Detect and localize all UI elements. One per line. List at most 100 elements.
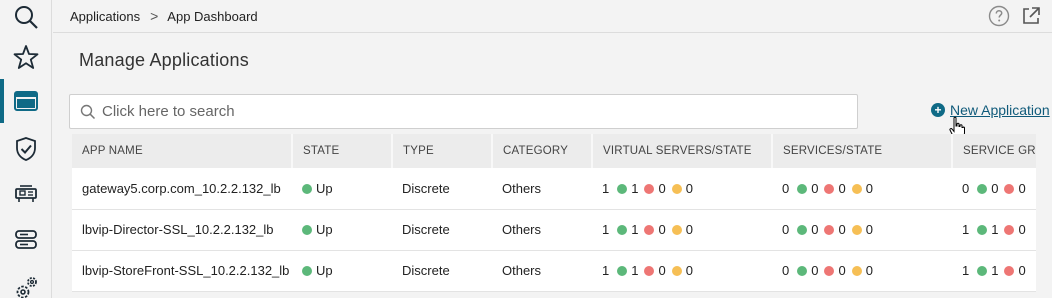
oos-dot-icon bbox=[671, 266, 682, 276]
oos-dot-icon bbox=[671, 183, 682, 194]
search-icon bbox=[80, 104, 96, 119]
vservers-oos: 0 bbox=[685, 222, 693, 237]
status-dot-icon bbox=[302, 225, 312, 235]
left-nav-rail bbox=[0, 0, 52, 298]
up-dot-icon bbox=[977, 183, 988, 194]
table-row[interactable]: lbvip-Director-SSL_10.2.2.132_lb Up Disc… bbox=[72, 209, 1036, 251]
status-dot-icon bbox=[302, 183, 312, 194]
rail-search[interactable] bbox=[0, 0, 52, 39]
rail-settings[interactable] bbox=[0, 266, 52, 298]
column-header-service-groups[interactable]: SERVICE GRO bbox=[952, 134, 1036, 168]
services-total: 0 bbox=[782, 222, 790, 237]
up-dot-icon bbox=[977, 266, 988, 276]
oos-dot-icon bbox=[671, 225, 682, 235]
down-dot-icon bbox=[1004, 225, 1015, 235]
down-dot-icon bbox=[824, 183, 835, 194]
search-icon bbox=[15, 6, 38, 29]
star-icon bbox=[13, 45, 39, 69]
column-header-virtual-servers[interactable]: VIRTUAL SERVERS/STATE bbox=[592, 134, 773, 168]
state-text: Up bbox=[316, 222, 333, 237]
vservers-cell: 1 1 0 0 bbox=[592, 209, 772, 251]
type-cell: Discrete bbox=[392, 250, 492, 292]
up-dot-icon bbox=[797, 266, 808, 276]
servicegroups-up: 0 bbox=[991, 180, 999, 196]
up-dot-icon bbox=[797, 225, 808, 235]
down-dot-icon bbox=[1004, 266, 1015, 276]
services-oos: 0 bbox=[865, 263, 873, 278]
column-header-services[interactable]: SERVICES/STATE bbox=[772, 134, 953, 168]
app-name-cell[interactable]: lbvip-StoreFront-SSL_10.2.2.132_lb bbox=[72, 250, 292, 292]
external-link-icon[interactable] bbox=[1020, 5, 1042, 27]
category-cell: Others bbox=[492, 168, 592, 210]
services-up: 0 bbox=[811, 222, 819, 237]
vservers-up: 1 bbox=[631, 180, 639, 196]
services-cell: 0 0 0 0 bbox=[772, 168, 952, 210]
down-dot-icon bbox=[644, 183, 655, 194]
servicegroups-total: 0 bbox=[962, 180, 970, 196]
vservers-total: 1 bbox=[602, 222, 610, 237]
settings-cogs-icon bbox=[16, 277, 37, 298]
servicegroups-cell: 0 0 0 bbox=[952, 168, 1036, 210]
services-cell: 0 0 0 0 bbox=[772, 250, 952, 292]
up-dot-icon bbox=[617, 225, 628, 235]
app-name-link[interactable]: gateway5.corp.com_10.2.2.132_lb bbox=[82, 181, 281, 196]
rail-applications[interactable] bbox=[0, 79, 52, 123]
column-header-state[interactable]: STATE bbox=[292, 134, 393, 168]
state-cell: Up bbox=[292, 209, 392, 251]
servicegroups-total: 1 bbox=[962, 222, 970, 237]
breadcrumb-current: App Dashboard bbox=[167, 8, 258, 24]
applications-table: APP NAME STATE TYPE CATEGORY VIRTUAL SER… bbox=[72, 134, 1036, 298]
rail-network[interactable] bbox=[0, 171, 52, 215]
breadcrumb-separator: > bbox=[150, 8, 159, 24]
state-cell: Up bbox=[292, 168, 392, 210]
servicegroups-cell: 1 1 0 bbox=[952, 250, 1036, 292]
rail-security[interactable] bbox=[0, 127, 52, 171]
up-dot-icon bbox=[617, 266, 628, 276]
down-dot-icon bbox=[644, 266, 655, 276]
services-total: 0 bbox=[782, 263, 790, 278]
rail-servers[interactable] bbox=[0, 218, 52, 262]
column-header-category[interactable]: CATEGORY bbox=[492, 134, 593, 168]
vservers-total: 1 bbox=[602, 263, 610, 278]
app-name-link[interactable]: lbvip-StoreFront-SSL_10.2.2.132_lb bbox=[82, 263, 289, 278]
table-row[interactable]: gateway5.corp.com_10.2.2.132_lb Up Discr… bbox=[72, 168, 1036, 210]
servicegroups-down: 0 bbox=[1018, 263, 1026, 278]
type-cell: Discrete bbox=[392, 209, 492, 251]
column-header-type[interactable]: TYPE bbox=[392, 134, 493, 168]
vservers-oos: 0 bbox=[685, 263, 693, 278]
down-dot-icon bbox=[824, 266, 835, 276]
plus-circle-icon: + bbox=[931, 103, 945, 117]
column-header-app-name[interactable]: APP NAME bbox=[72, 134, 293, 168]
app-name-cell[interactable]: lbvip-Director-SSL_10.2.2.132_lb bbox=[72, 209, 292, 251]
down-dot-icon bbox=[824, 225, 835, 235]
app-window-icon bbox=[14, 91, 38, 111]
servicegroups-total: 1 bbox=[962, 263, 970, 278]
services-total: 0 bbox=[782, 180, 790, 196]
services-down: 0 bbox=[838, 222, 846, 237]
vservers-up: 1 bbox=[631, 263, 639, 278]
main-content: Manage Applications + New Application AP… bbox=[53, 34, 1052, 298]
type-cell: Discrete bbox=[392, 168, 492, 210]
vservers-down: 0 bbox=[658, 263, 666, 278]
services-down: 0 bbox=[838, 180, 846, 196]
state-cell: Up bbox=[292, 250, 392, 292]
shield-check-icon bbox=[16, 137, 36, 161]
app-name-cell[interactable]: gateway5.corp.com_10.2.2.132_lb bbox=[72, 168, 292, 210]
rail-favorites[interactable] bbox=[0, 35, 52, 79]
breadcrumb: Applications > App Dashboard bbox=[70, 8, 258, 24]
services-up: 0 bbox=[811, 180, 819, 196]
down-dot-icon bbox=[644, 225, 655, 235]
search-box[interactable] bbox=[69, 94, 858, 129]
servicegroups-down: 0 bbox=[1018, 222, 1026, 237]
oos-dot-icon bbox=[851, 266, 862, 276]
vservers-cell: 1 1 0 0 bbox=[592, 250, 772, 292]
up-dot-icon bbox=[977, 225, 988, 235]
search-input[interactable] bbox=[102, 103, 842, 120]
app-name-link[interactable]: lbvip-Director-SSL_10.2.2.132_lb bbox=[82, 222, 274, 237]
up-dot-icon bbox=[617, 183, 628, 194]
help-icon[interactable] bbox=[988, 5, 1010, 27]
breadcrumb-applications[interactable]: Applications bbox=[70, 9, 140, 24]
table-row[interactable]: lbvip-StoreFront-SSL_10.2.2.132_lb Up Di… bbox=[72, 250, 1036, 292]
state-text: Up bbox=[316, 180, 333, 196]
vservers-total: 1 bbox=[602, 180, 610, 196]
